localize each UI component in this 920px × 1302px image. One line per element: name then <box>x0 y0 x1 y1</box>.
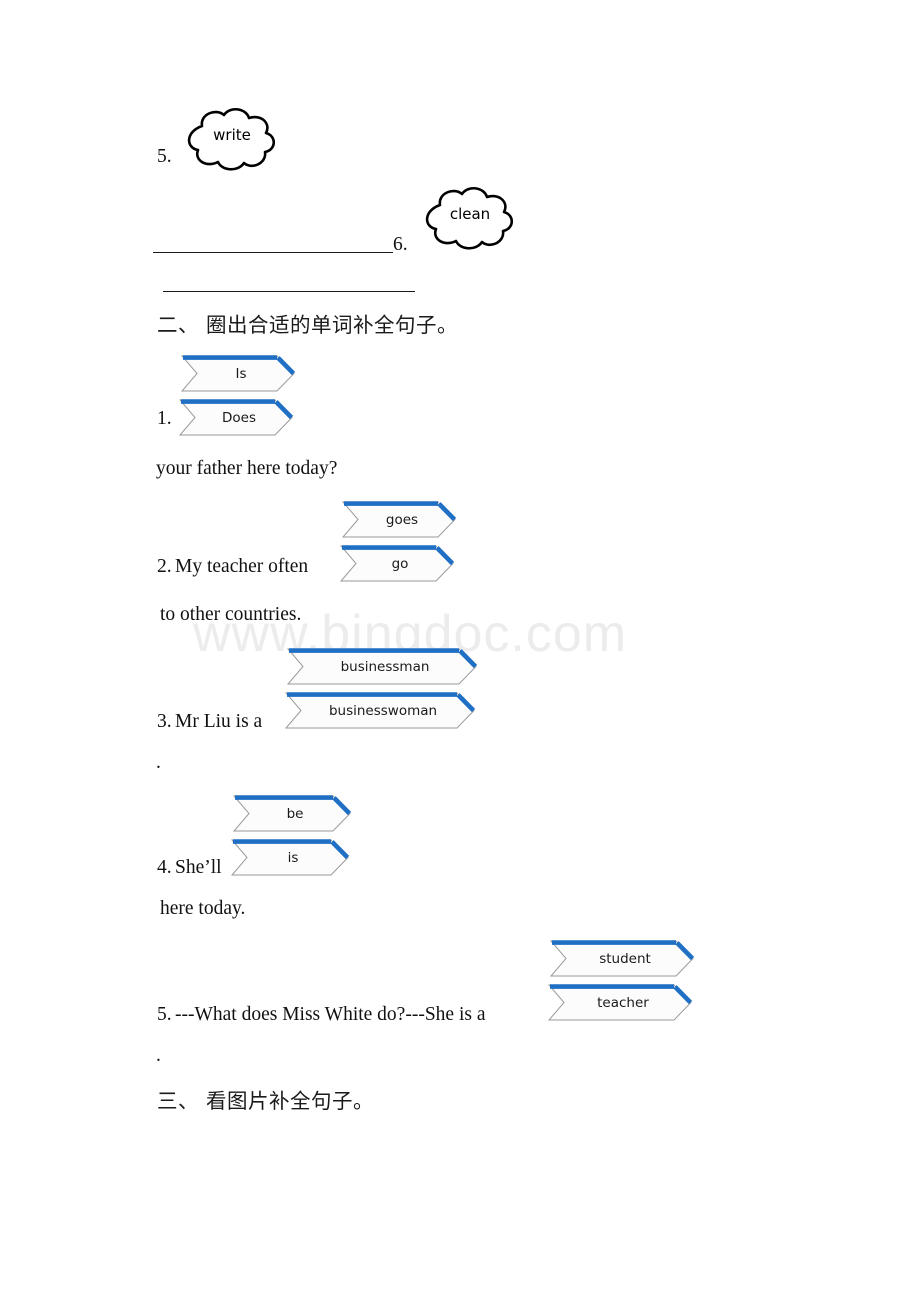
option-label-student: student <box>599 951 651 967</box>
item-number-5: 5. <box>157 146 172 167</box>
question-1-text-after: your father here today? <box>156 458 338 479</box>
question-number-3: 3. <box>157 711 172 732</box>
option-label-teacher: teacher <box>597 995 649 1011</box>
question-number-2: 2. <box>157 556 172 577</box>
cloud-label-clean: clean <box>450 205 490 223</box>
question-4-text-before: She’ll <box>175 857 222 878</box>
question-5-text-before: ---What does Miss White do?---She is a <box>175 1004 486 1025</box>
question-4-text-after: here today. <box>160 898 246 919</box>
option-banner-does[interactable]: Does <box>178 399 295 437</box>
option-banner-is[interactable]: Is <box>180 355 297 393</box>
option-banner-businesswoman[interactable]: businesswoman <box>284 692 477 730</box>
question-number-5: 5. <box>157 1004 172 1025</box>
option-banner-be[interactable]: be <box>232 795 353 833</box>
option-label-goes: goes <box>386 512 418 528</box>
option-banner-go[interactable]: go <box>339 545 456 583</box>
option-label-is: Is <box>235 366 246 382</box>
option-banner-businessman[interactable]: businessman <box>286 648 479 686</box>
option-banner-student[interactable]: student <box>549 940 696 978</box>
question-number-1: 1. <box>157 408 172 429</box>
option-label-does: Does <box>222 410 256 426</box>
option-label-businessman: businessman <box>341 659 430 675</box>
option-banner-teacher[interactable]: teacher <box>547 984 694 1022</box>
item-number-6: 6. <box>393 234 408 255</box>
option-label-be: be <box>287 806 304 822</box>
option-banner-is-verb[interactable]: is <box>230 839 351 877</box>
question-2-text-before: My teacher often <box>175 556 309 577</box>
question-3-trailing-period: . <box>156 752 161 773</box>
question-5-trailing-period: . <box>156 1045 161 1066</box>
worksheet-page: www.bingdoc.com 5. write 6. clean 二、 圈出合… <box>0 0 920 1302</box>
option-banner-goes[interactable]: goes <box>341 501 458 539</box>
question-number-4: 4. <box>157 857 172 878</box>
option-label-go: go <box>392 556 409 572</box>
cloud-callout-write: write <box>172 104 282 174</box>
answer-blank-line-1[interactable] <box>153 252 393 253</box>
section-two-heading: 二、 圈出合适的单词补全句子。 <box>157 313 459 337</box>
answer-blank-line-2[interactable] <box>163 291 415 292</box>
question-2-text-after: to other countries. <box>160 604 302 625</box>
option-label-businesswoman: businesswoman <box>329 703 437 719</box>
cloud-label-write: write <box>213 126 251 144</box>
option-label-is-verb: is <box>288 850 299 866</box>
cloud-callout-clean: clean <box>410 183 522 255</box>
question-3-text-before: Mr Liu is a <box>175 711 263 732</box>
section-three-heading: 三、 看图片补全句子。 <box>157 1089 375 1113</box>
